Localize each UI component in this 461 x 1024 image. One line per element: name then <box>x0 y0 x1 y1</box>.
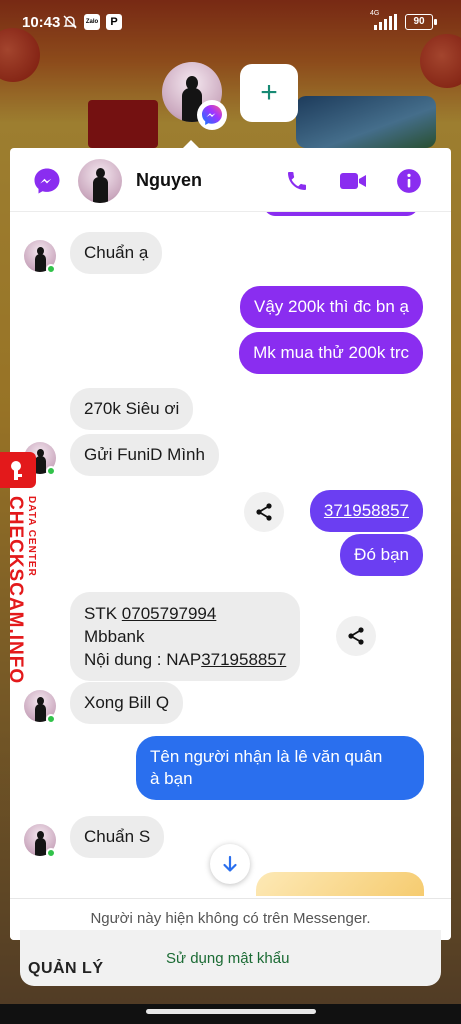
zalo-icon: Zalo <box>84 14 100 30</box>
watermark-sub: DATA CENTER <box>26 496 37 577</box>
bank-name: Mbbank <box>84 627 145 646</box>
message-bubble[interactable]: Đó bạn <box>340 534 423 576</box>
share-icon <box>348 627 364 645</box>
watermark-brand: CHECKSCAM.INFO <box>5 496 26 685</box>
mute-icon <box>62 14 78 30</box>
signal-icon <box>372 14 398 30</box>
plus-icon: + <box>260 76 278 109</box>
message-list[interactable]: Chuẩn ạ Vậy 200k thì đc bn ạ Mk mua thử … <box>10 212 451 896</box>
share-icon <box>256 503 272 521</box>
chat-window: Nguyen Chuẩn ạ Vậy 200k thì đc bn ạ Mk m… <box>10 148 451 940</box>
phone-icon[interactable] <box>282 166 312 196</box>
background-bottom-sheet: QUẢN LÝ Sử dụng mật khẩu <box>20 930 441 986</box>
use-password-link[interactable]: Sử dụng mật khẩu <box>166 950 289 967</box>
transfer-content-code[interactable]: 371958857 <box>201 650 286 669</box>
video-icon[interactable] <box>338 166 368 196</box>
arrow-down-icon <box>223 855 237 872</box>
battery-icon: 90 <box>405 14 437 30</box>
message-bubble[interactable]: Chuẩn ạ <box>70 232 163 274</box>
online-indicator <box>46 848 56 858</box>
contact-name[interactable]: Nguyen <box>136 170 202 191</box>
navigation-bar <box>0 1004 461 1024</box>
bank-account-number[interactable]: 0705797994 <box>122 604 217 623</box>
manage-label[interactable]: QUẢN LÝ <box>28 960 104 978</box>
message-bubble-partial <box>264 212 418 216</box>
message-bubble[interactable]: Xong Bill Q <box>70 682 184 724</box>
scroll-to-bottom-button[interactable] <box>210 844 250 884</box>
message-bubble-link[interactable]: 371958857 <box>309 490 423 532</box>
messenger-icon[interactable] <box>32 166 62 196</box>
message-bubble[interactable]: Gửi FuniD Mình <box>70 434 219 476</box>
share-button[interactable] <box>336 616 376 656</box>
message-line: Tên người nhận là lê văn quân <box>150 747 383 766</box>
share-button[interactable] <box>244 492 284 532</box>
message-bubble[interactable]: Chuẩn S <box>70 816 165 858</box>
info-icon[interactable] <box>394 166 424 196</box>
app-p-icon: P <box>106 14 122 30</box>
contact-avatar[interactable] <box>78 159 122 203</box>
add-chat-head-button[interactable]: + <box>240 64 298 122</box>
bank-stk-label: STK <box>84 604 122 623</box>
message-bubble[interactable]: Tên người nhận là lê văn quân à bạn <box>136 736 424 800</box>
messenger-badge-icon <box>197 100 227 130</box>
watermark: CHECKSCAM.INFO DATA CENTER <box>0 452 40 685</box>
transfer-content-label: Nội dung : NAP <box>84 650 202 669</box>
status-bar: 10:43 Zalo P 4G 90 <box>0 0 461 44</box>
online-indicator <box>46 714 56 724</box>
online-indicator <box>46 466 56 476</box>
status-time: 10:43 <box>22 14 61 31</box>
message-bubble[interactable]: Mk mua thử 200k trc <box>239 332 423 374</box>
message-line: à bạn <box>150 769 193 788</box>
home-gesture-bar[interactable] <box>146 1009 316 1014</box>
chat-header: Nguyen <box>10 148 451 212</box>
online-indicator <box>46 264 56 274</box>
message-bubble[interactable]: 270k Siêu ơi <box>70 388 194 430</box>
image-message-preview[interactable] <box>256 872 424 896</box>
message-bubble-bank-info[interactable]: STK 0705797994 Mbbank Nội dung : NAP3719… <box>70 592 301 681</box>
lock-icon <box>0 452 36 488</box>
message-bubble[interactable]: Vậy 200k thì đc bn ạ <box>240 286 423 328</box>
